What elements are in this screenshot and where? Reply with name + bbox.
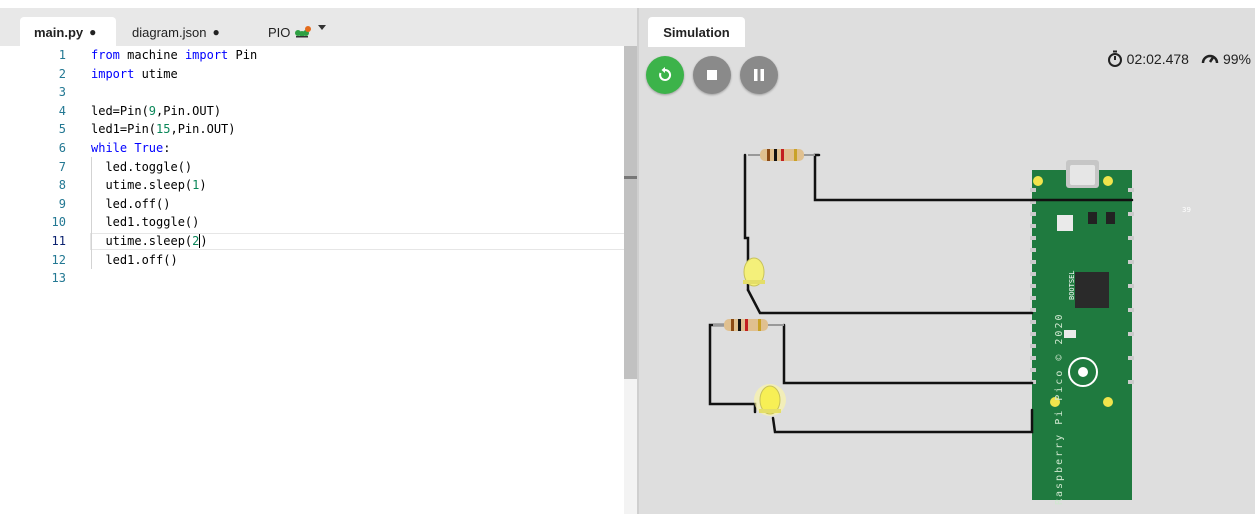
tab-dropdown-chevron-down-icon[interactable] xyxy=(318,25,326,30)
code-line: 9 led.off() xyxy=(0,195,637,214)
circuit-diagram: BOOTSEL Raspberry Pi Pico © 2020 39 xyxy=(708,149,1191,506)
tab-pio[interactable]: PIO xyxy=(254,17,314,47)
code-text: led1.off() xyxy=(91,252,178,267)
line-number: 8 xyxy=(58,178,66,193)
code-line: 8 utime.sleep(1) xyxy=(0,176,637,195)
board-label: Raspberry Pi Pico © 2020 xyxy=(1054,313,1065,506)
unsaved-dot: ● xyxy=(212,25,220,39)
code-text: led=Pin(9,Pin.OUT) xyxy=(91,103,222,118)
code-line: 10 led1.toggle() xyxy=(0,213,637,232)
code-line: 7 led.toggle() xyxy=(0,158,637,177)
resistor-2[interactable] xyxy=(713,319,784,331)
caterpillar-icon xyxy=(294,24,312,41)
code-text: utime.sleep(1) xyxy=(91,178,207,193)
code-text: utime.sleep(2) xyxy=(91,234,208,248)
tab-label: main.py xyxy=(34,24,84,40)
code-line: 12 led1.off() xyxy=(0,251,637,270)
editor-scrollbar-thumb[interactable] xyxy=(624,46,637,379)
tab-label: PIO xyxy=(268,24,291,40)
code-text: led.toggle() xyxy=(91,159,193,174)
code-line: 1 from machine import Pin xyxy=(0,46,637,65)
code-text: led1.toggle() xyxy=(91,215,200,230)
line-number: 12 xyxy=(51,252,66,267)
code-line: 3 xyxy=(0,83,637,102)
tab-label: diagram.json xyxy=(132,24,207,40)
code-line: 2 import utime xyxy=(0,65,637,84)
code-line: 6 while True: xyxy=(0,139,637,158)
line-number: 9 xyxy=(58,196,66,211)
line-number: 6 xyxy=(58,141,66,155)
code-text: led.off() xyxy=(91,196,171,211)
tab-diagram-json[interactable]: diagram.json ● xyxy=(118,17,256,47)
line-number: 11 xyxy=(51,234,66,248)
code-line-current: 11 utime.sleep(2) xyxy=(0,232,637,251)
line-number: 7 xyxy=(58,159,66,174)
line-number: 13 xyxy=(51,271,66,286)
text-cursor: ) xyxy=(199,234,208,248)
tab-simulation[interactable]: Simulation xyxy=(648,17,745,47)
line-number: 2 xyxy=(58,66,66,81)
code-line: 13 xyxy=(0,269,637,288)
line-number: 1 xyxy=(58,48,66,62)
led-2[interactable] xyxy=(754,384,786,416)
top-strip xyxy=(0,0,1255,8)
bootsel-label: BOOTSEL xyxy=(1068,270,1076,300)
resistor-1[interactable] xyxy=(748,149,815,161)
scrollbar-cursor-marker xyxy=(624,176,637,179)
line-number: 5 xyxy=(58,122,66,137)
led-1[interactable] xyxy=(743,257,765,287)
code-text: from machine import Pin xyxy=(91,48,258,62)
code-area[interactable]: 1 from machine import Pin 2 import utime… xyxy=(0,46,636,514)
tab-main-py[interactable]: main.py ● xyxy=(20,17,116,47)
pin-number-label: 39 xyxy=(1182,206,1191,214)
code-text: while True: xyxy=(91,141,171,155)
code-line: 4 led=Pin(9,Pin.OUT) xyxy=(0,102,637,121)
code-line: 5 led1=Pin(15,Pin.OUT) xyxy=(0,120,637,139)
pico-board[interactable] xyxy=(1032,160,1132,500)
line-number: 10 xyxy=(51,215,66,230)
code-text: import utime xyxy=(91,66,178,81)
line-number: 4 xyxy=(58,103,66,118)
code-text: led1=Pin(15,Pin.OUT) xyxy=(91,122,236,137)
line-number: 3 xyxy=(58,85,66,100)
unsaved-dot: ● xyxy=(89,25,97,39)
